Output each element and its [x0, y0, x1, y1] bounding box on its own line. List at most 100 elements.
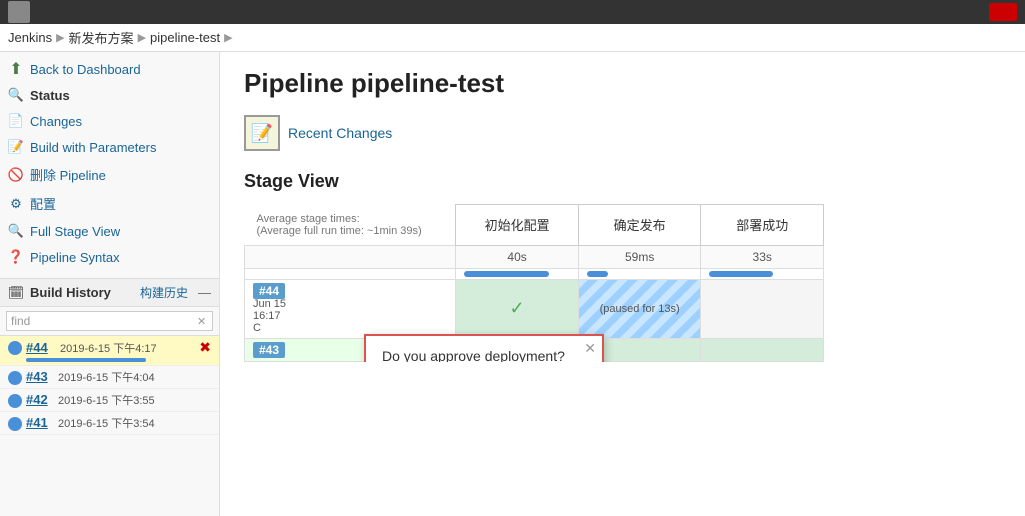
build-item-43: #43 2019-6-15 下午4:04	[0, 366, 219, 389]
approval-dialog: ✕ Do you approve deployment? Proceed Abo…	[364, 334, 604, 362]
build-history-dash: —	[198, 285, 211, 300]
build-time-44: 2019-6-15 下午4:17	[60, 340, 193, 356]
build-time-43: 2019-6-15 下午4:04	[58, 369, 211, 385]
popup-close-icon[interactable]: ✕	[584, 340, 596, 357]
sidebar-item-label[interactable]: 配置	[30, 194, 56, 213]
recent-changes-link[interactable]: Recent Changes	[288, 125, 392, 141]
recent-changes: 📝 Recent Changes	[244, 115, 1001, 151]
build-item-41: #41 2019-6-15 下午3:54	[0, 412, 219, 435]
avg-time-label	[245, 245, 456, 268]
progress-1	[578, 268, 701, 279]
delete-icon: 🚫	[8, 167, 24, 183]
build-44-info: #44 Jun 15 16:17 C	[245, 279, 456, 338]
sidebar-item-settings[interactable]: ⚙ 配置	[0, 189, 219, 218]
progress-label	[245, 268, 456, 279]
build-search-clear[interactable]: ✕	[197, 315, 206, 328]
breadcrumb-project[interactable]: 新发布方案	[69, 28, 134, 47]
build-time-41: 2019-6-15 下午3:54	[58, 415, 211, 431]
help-icon: ❓	[8, 249, 24, 265]
sidebar-item-label[interactable]: Changes	[30, 114, 82, 129]
popup-question: Do you approve deployment?	[382, 348, 586, 362]
stage-col-确定发布: 确定发布	[578, 205, 701, 246]
recent-changes-icon: 📝	[244, 115, 280, 151]
stage-view-title: Stage View	[244, 171, 1001, 192]
build-row-44: #44 Jun 15 16:17 C ✓ (paused for 13s)	[245, 279, 824, 338]
sep3: ▶	[224, 31, 232, 44]
build-history-panel: 🗓 Build History 构建历史 — ✕ #44 2019-6-15 下…	[0, 278, 219, 435]
sep1: ▶	[56, 31, 64, 44]
build-44-stage-2	[701, 279, 824, 338]
build-44-time: 16:17	[253, 310, 447, 322]
build-search-input[interactable]	[6, 311, 213, 331]
sidebar: ⬆ Back to Dashboard 🔍 Status 📄 Changes 📝…	[0, 52, 220, 516]
search-icon: 🔍	[8, 87, 24, 103]
sidebar-item-delete-pipeline[interactable]: 🚫 删除 Pipeline	[0, 160, 219, 189]
build-44-badge: #44	[253, 283, 285, 299]
gear-icon: ⚙	[8, 196, 24, 212]
stage-view: Average stage times: (Average full run t…	[244, 204, 1001, 362]
build-history-link[interactable]: 构建历史	[140, 284, 188, 301]
avg-label-header: Average stage times: (Average full run t…	[245, 205, 456, 246]
stage-time-0: 40s	[456, 245, 579, 268]
build-44-stage-1: (paused for 13s)	[578, 279, 701, 338]
stage-col-初始化配置: 初始化配置	[456, 205, 579, 246]
build-search: ✕	[0, 307, 219, 336]
build-delete-44[interactable]: ✖	[199, 339, 211, 356]
sidebar-item-full-stage-view[interactable]: 🔍 Full Stage View	[0, 218, 219, 244]
build-44-date: Jun 15	[253, 298, 447, 310]
stage-time-row: 40s 59ms 33s	[245, 245, 824, 268]
main-layout: ⬆ Back to Dashboard 🔍 Status 📄 Changes 📝…	[0, 52, 1025, 516]
view-icon: 🔍	[8, 223, 24, 239]
sidebar-item-label: Status	[30, 88, 70, 103]
sidebar-item-label[interactable]: Build with Parameters	[30, 140, 156, 155]
progress-0	[456, 268, 579, 279]
build-status-icon-42	[8, 394, 22, 408]
avatar	[8, 1, 30, 23]
breadcrumb-pipeline[interactable]: pipeline-test	[150, 30, 220, 45]
build-status-icon-44	[8, 341, 22, 355]
build-44-label: C	[253, 322, 447, 334]
paused-label: (paused for 13s)	[587, 303, 693, 315]
sidebar-item-build-params[interactable]: 📝 Build with Parameters	[0, 134, 219, 160]
build-44-stage-0: ✓	[456, 279, 579, 338]
build-num-44[interactable]: #44	[26, 340, 54, 355]
sidebar-item-label[interactable]: 删除 Pipeline	[30, 165, 106, 184]
build-num-43[interactable]: #43	[26, 369, 54, 384]
build-item-42: #42 2019-6-15 下午3:55	[0, 389, 219, 412]
build-status-icon-41	[8, 417, 22, 431]
top-bar	[0, 0, 1025, 24]
breadcrumb-jenkins[interactable]: Jenkins	[8, 30, 52, 45]
sidebar-item-label[interactable]: Pipeline Syntax	[30, 250, 120, 265]
popup-overlay: ✕ Do you approve deployment? Proceed Abo…	[364, 334, 604, 362]
home-icon: ⬆	[8, 61, 24, 77]
sidebar-item-pipeline-syntax[interactable]: ❓ Pipeline Syntax	[0, 244, 219, 270]
stage-progress-row	[245, 268, 824, 279]
build-time-42: 2019-6-15 下午3:55	[58, 392, 211, 408]
sidebar-item-changes[interactable]: 📄 Changes	[0, 108, 219, 134]
sep2: ▶	[138, 31, 146, 44]
sidebar-item-status[interactable]: 🔍 Status	[0, 82, 219, 108]
main-content: Pipeline pipeline-test 📝 Recent Changes …	[220, 52, 1025, 516]
build-num-41[interactable]: #41	[26, 415, 54, 430]
stage-time-1: 59ms	[578, 245, 701, 268]
build-progress-44	[26, 358, 146, 362]
build-status-icon-43	[8, 371, 22, 385]
document-icon: 📄	[8, 113, 24, 129]
edit-icon: 📝	[8, 139, 24, 155]
stage-time-2: 33s	[701, 245, 824, 268]
stage-col-部署成功: 部署成功	[701, 205, 824, 246]
build-43-stage-2	[701, 338, 824, 361]
stage-header-row: Average stage times: (Average full run t…	[245, 205, 824, 246]
build-43-badge: #43	[253, 342, 285, 358]
calendar-icon: 🗓	[8, 285, 24, 301]
sidebar-item-label[interactable]: Back to Dashboard	[30, 62, 141, 77]
build-history-header: 🗓 Build History 构建历史 —	[0, 279, 219, 307]
build-num-42[interactable]: #42	[26, 392, 54, 407]
build-history-title: Build History	[30, 285, 111, 300]
sidebar-item-label[interactable]: Full Stage View	[30, 224, 120, 239]
progress-2	[701, 268, 824, 279]
build-item-44: #44 2019-6-15 下午4:17 ✖	[0, 336, 219, 366]
top-bar-button[interactable]	[989, 3, 1017, 21]
page-title: Pipeline pipeline-test	[244, 68, 1001, 99]
sidebar-item-back-dashboard[interactable]: ⬆ Back to Dashboard	[0, 56, 219, 82]
